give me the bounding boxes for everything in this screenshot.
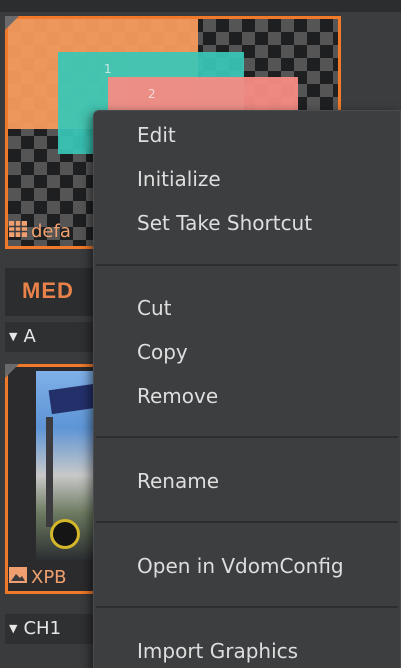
menu-separator [96,521,398,523]
menu-separator [96,436,398,438]
collapse-triangle-icon: ▼ [9,622,18,635]
menu-separator [96,264,398,266]
section-title: MED [22,278,74,303]
context-menu: Edit Initialize Set Take Shortcut Cut Co… [93,110,401,668]
menu-item-open-in-vdomconfig[interactable]: Open in VdomConfig [137,554,344,578]
group-row-ch1[interactable]: ▼ CH1 [5,614,95,644]
group-label: CH1 [23,618,62,639]
collapse-triangle-icon: ▼ [9,330,18,343]
media-tile-xpb[interactable] [5,364,97,594]
tile-corner-marker [5,364,19,378]
group-row-a[interactable]: ▼ A [5,322,95,352]
menu-item-initialize[interactable]: Initialize [137,167,221,191]
app-window: 1 2 defa MED ▼ A XPB ▼ CH1 Edit Initiali… [0,0,401,668]
menu-item-rename[interactable]: Rename [137,469,219,493]
menu-item-copy[interactable]: Copy [137,340,188,364]
tile-label-row: defa [5,220,97,244]
thumbnail-pillar [46,417,53,527]
top-toolbar [0,0,401,12]
tile-corner-marker [5,16,19,30]
menu-item-remove[interactable]: Remove [137,384,218,408]
tile-label-row: XPB [5,566,97,590]
menu-item-import-graphics[interactable]: Import Graphics [137,639,298,663]
layer-number: 2 [148,87,156,101]
image-icon [9,566,27,590]
menu-item-cut[interactable]: Cut [137,296,171,320]
tile-label: defa [31,221,71,242]
tile-label: XPB [31,567,67,588]
group-label: A [23,326,36,347]
menu-item-set-take-shortcut[interactable]: Set Take Shortcut [137,211,312,235]
grid-icon [9,220,27,244]
thumbnail-wheel [50,519,80,549]
layer-number: 1 [104,62,112,76]
menu-item-edit[interactable]: Edit [137,123,176,147]
menu-separator [96,606,398,608]
